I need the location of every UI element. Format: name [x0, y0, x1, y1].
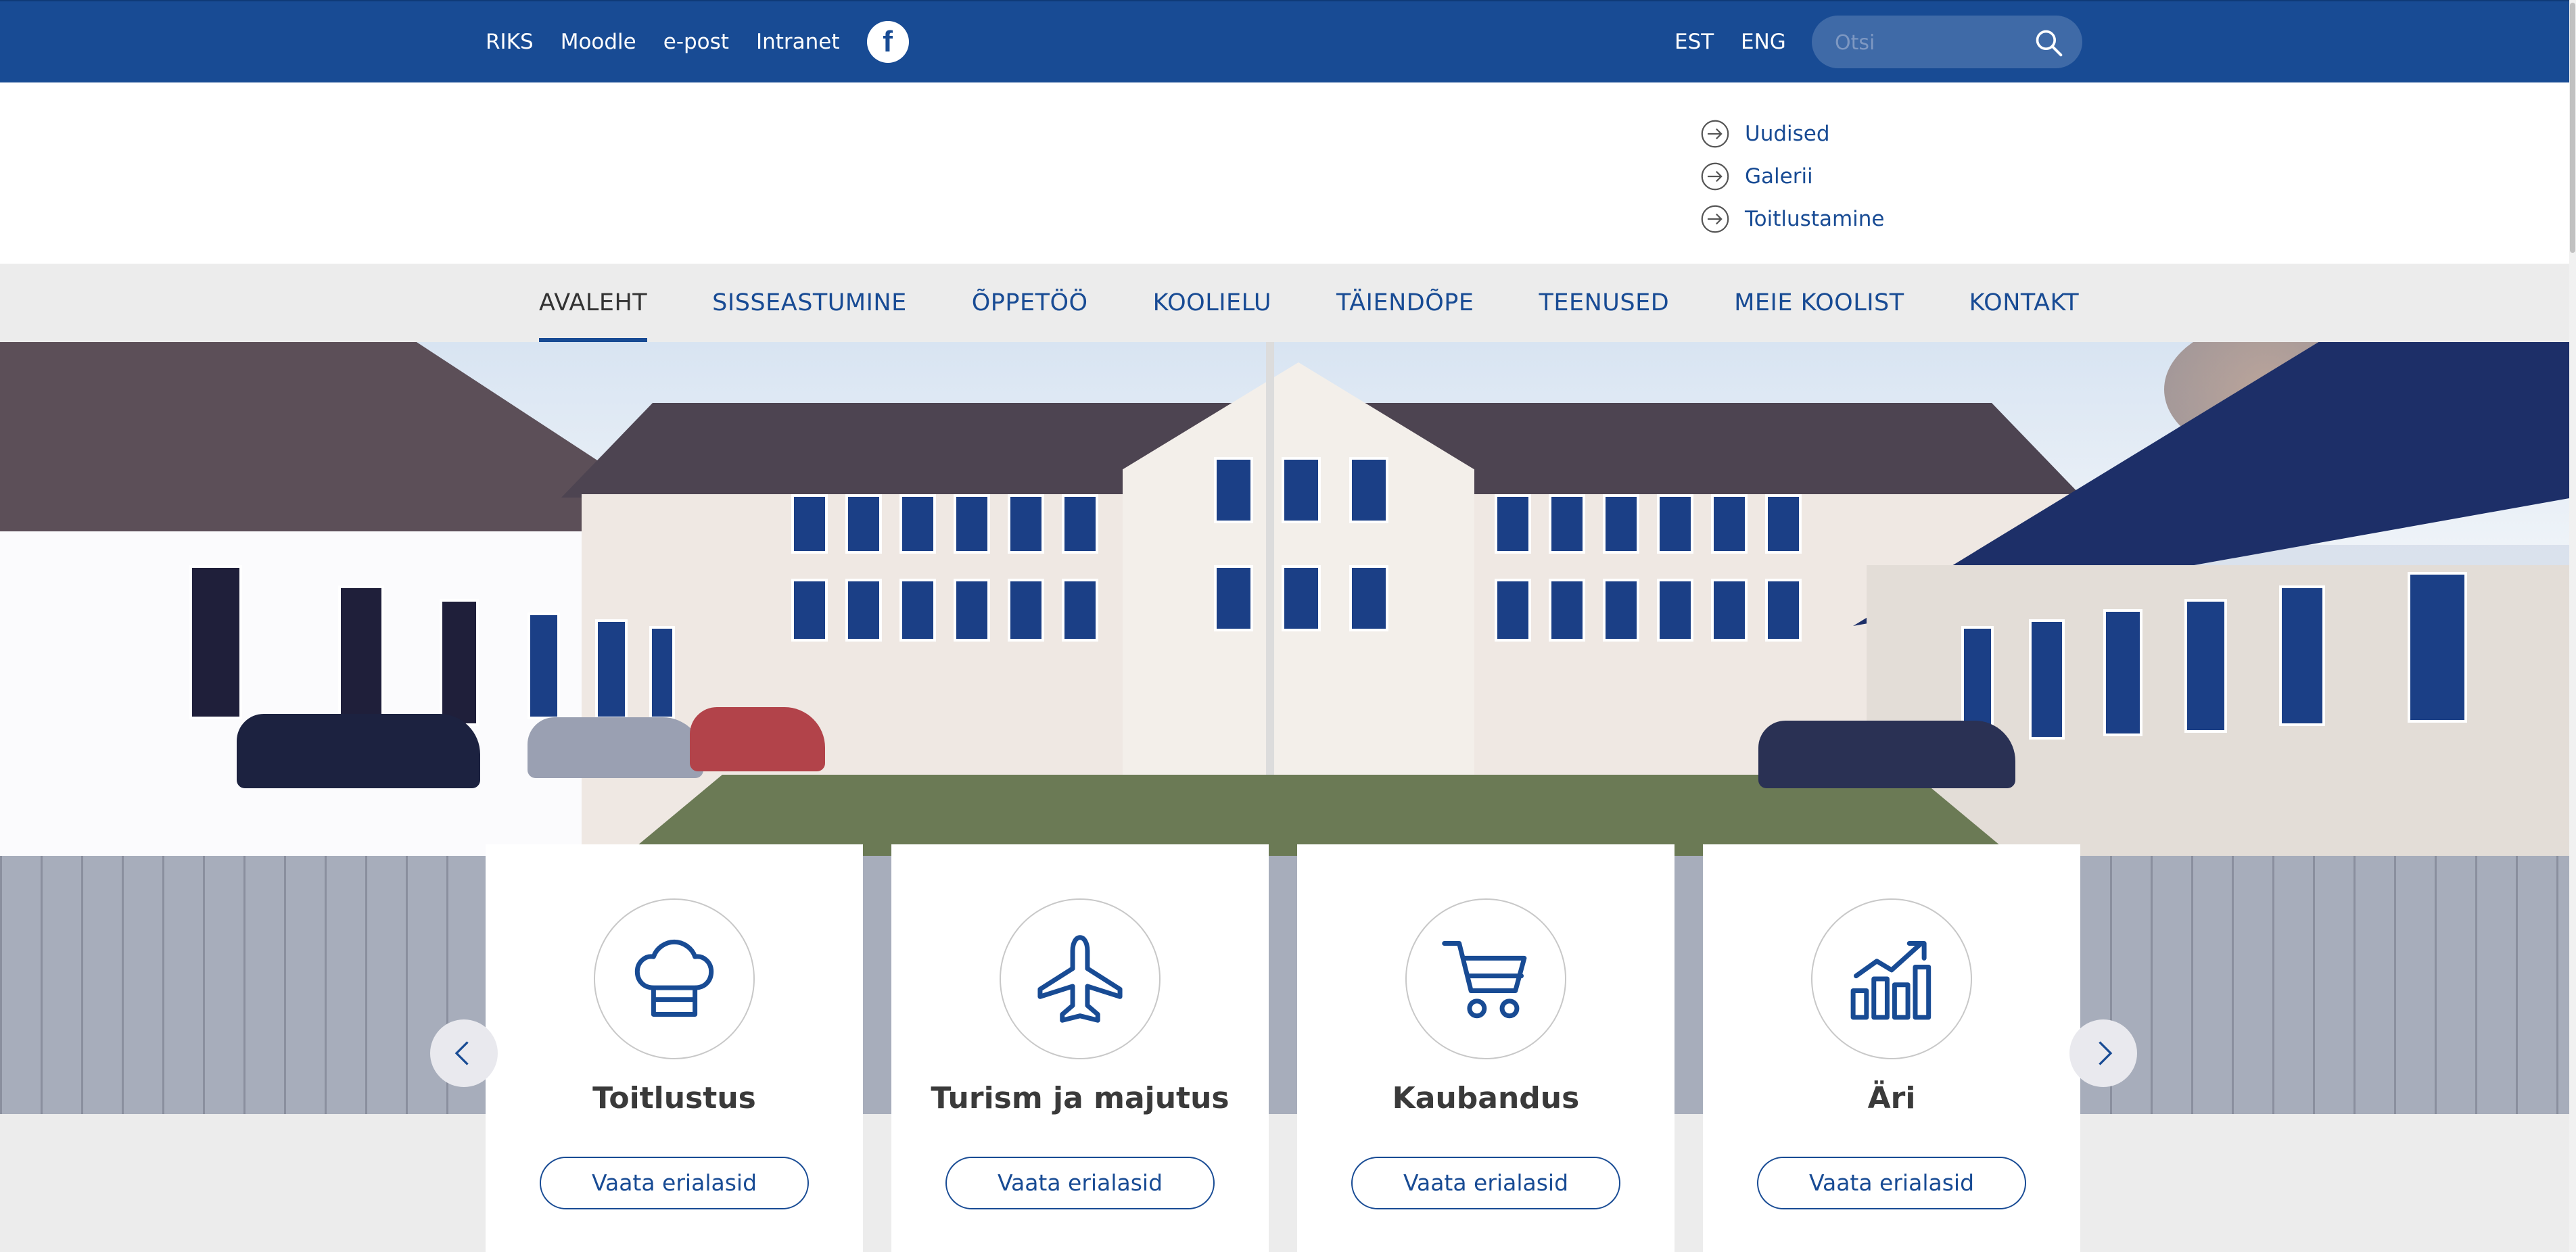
main-nav: AVALEHT SISSEASTUMINE ÕPPETÖÖ KOOLIELU T… [0, 264, 2569, 342]
card-title: Äri [1867, 1081, 1916, 1115]
lang-eng[interactable]: ENG [1741, 1, 1786, 82]
quick-link-toitlustamine[interactable]: Toitlustamine [1700, 197, 1885, 240]
nav-koolielu[interactable]: KOOLIELU [1153, 264, 1271, 342]
page-scrollbar[interactable] [2569, 0, 2576, 1252]
nav-meie-koolist[interactable]: MEIE KOOLIST [1734, 264, 1904, 342]
quick-link-galerii[interactable]: Galerii [1700, 155, 1885, 197]
top-links: RIKS Moodle e-post Intranet f [486, 1, 909, 82]
category-card-ari[interactable]: Äri Vaata erialasid [1703, 844, 2080, 1252]
scrollbar-thumb[interactable] [2570, 3, 2575, 253]
quick-link-label: Toitlustamine [1745, 206, 1885, 231]
card-icon-circle [1000, 898, 1161, 1059]
nav-sisseastumine[interactable]: SISSEASTUMINE [712, 264, 907, 342]
top-bar: RIKS Moodle e-post Intranet f EST ENG [0, 0, 2569, 82]
nav-teenused[interactable]: TEENUSED [1539, 264, 1670, 342]
view-specialties-button[interactable]: Vaata erialasid [945, 1157, 1215, 1209]
card-icon-circle [594, 898, 755, 1059]
carousel-next-button[interactable] [2069, 1019, 2137, 1087]
nav-avaleht[interactable]: AVALEHT [539, 264, 648, 342]
card-title: Turism ja majutus [931, 1081, 1230, 1115]
chef-hat-icon [634, 939, 714, 1017]
arrow-circle-icon [1701, 162, 1729, 190]
carousel-prev-button[interactable] [430, 1019, 498, 1087]
view-specialties-button[interactable]: Vaata erialasid [1757, 1157, 2026, 1209]
search-input[interactable] [1833, 16, 2025, 70]
nav-oppetoo[interactable]: ÕPPETÖÖ [972, 264, 1088, 342]
riks-link[interactable]: RIKS [486, 30, 534, 54]
nav-kontakt[interactable]: KONTAKT [1969, 264, 2080, 342]
card-icon-circle [1405, 898, 1566, 1059]
quick-links: Uudised Galerii Toitlustamine [1700, 112, 1885, 240]
bar-chart-growth-icon [1850, 941, 1931, 1020]
arrow-circle-icon [1701, 205, 1729, 233]
card-title: Toitlustus [592, 1081, 756, 1115]
category-card-toitlustus[interactable]: Toitlustus Vaata erialasid [486, 844, 863, 1252]
e-post-link[interactable]: e-post [663, 30, 729, 54]
shopping-cart-icon [1442, 941, 1527, 1019]
chevron-left-icon [454, 1041, 469, 1065]
category-card-kaubandus[interactable]: Kaubandus Vaata erialasid [1297, 844, 1675, 1252]
chevron-right-icon [2099, 1041, 2113, 1065]
airplane-icon [1037, 935, 1123, 1023]
view-specialties-button[interactable]: Vaata erialasid [540, 1157, 809, 1209]
nav-taiendope[interactable]: TÄIENDÕPE [1336, 264, 1474, 342]
arrow-circle-icon [1701, 120, 1729, 147]
intranet-link[interactable]: Intranet [756, 30, 840, 54]
quick-link-uudised[interactable]: Uudised [1700, 112, 1885, 155]
hero-image [0, 342, 2569, 1114]
lang-est[interactable]: EST [1675, 1, 1714, 82]
search-box [1812, 16, 2082, 70]
quick-link-label: Galerii [1745, 164, 1813, 189]
facebook-icon[interactable]: f [866, 21, 909, 63]
card-icon-circle [1811, 898, 1972, 1059]
search-icon[interactable] [2034, 28, 2063, 57]
view-specialties-button[interactable]: Vaata erialasid [1351, 1157, 1620, 1209]
quick-link-label: Uudised [1745, 121, 1830, 146]
category-card-turism[interactable]: Turism ja majutus Vaata erialasid [891, 844, 1269, 1252]
header: Uudised Galerii Toitlustamine [0, 82, 2569, 264]
card-title: Kaubandus [1392, 1081, 1580, 1115]
moodle-link[interactable]: Moodle [561, 30, 636, 54]
